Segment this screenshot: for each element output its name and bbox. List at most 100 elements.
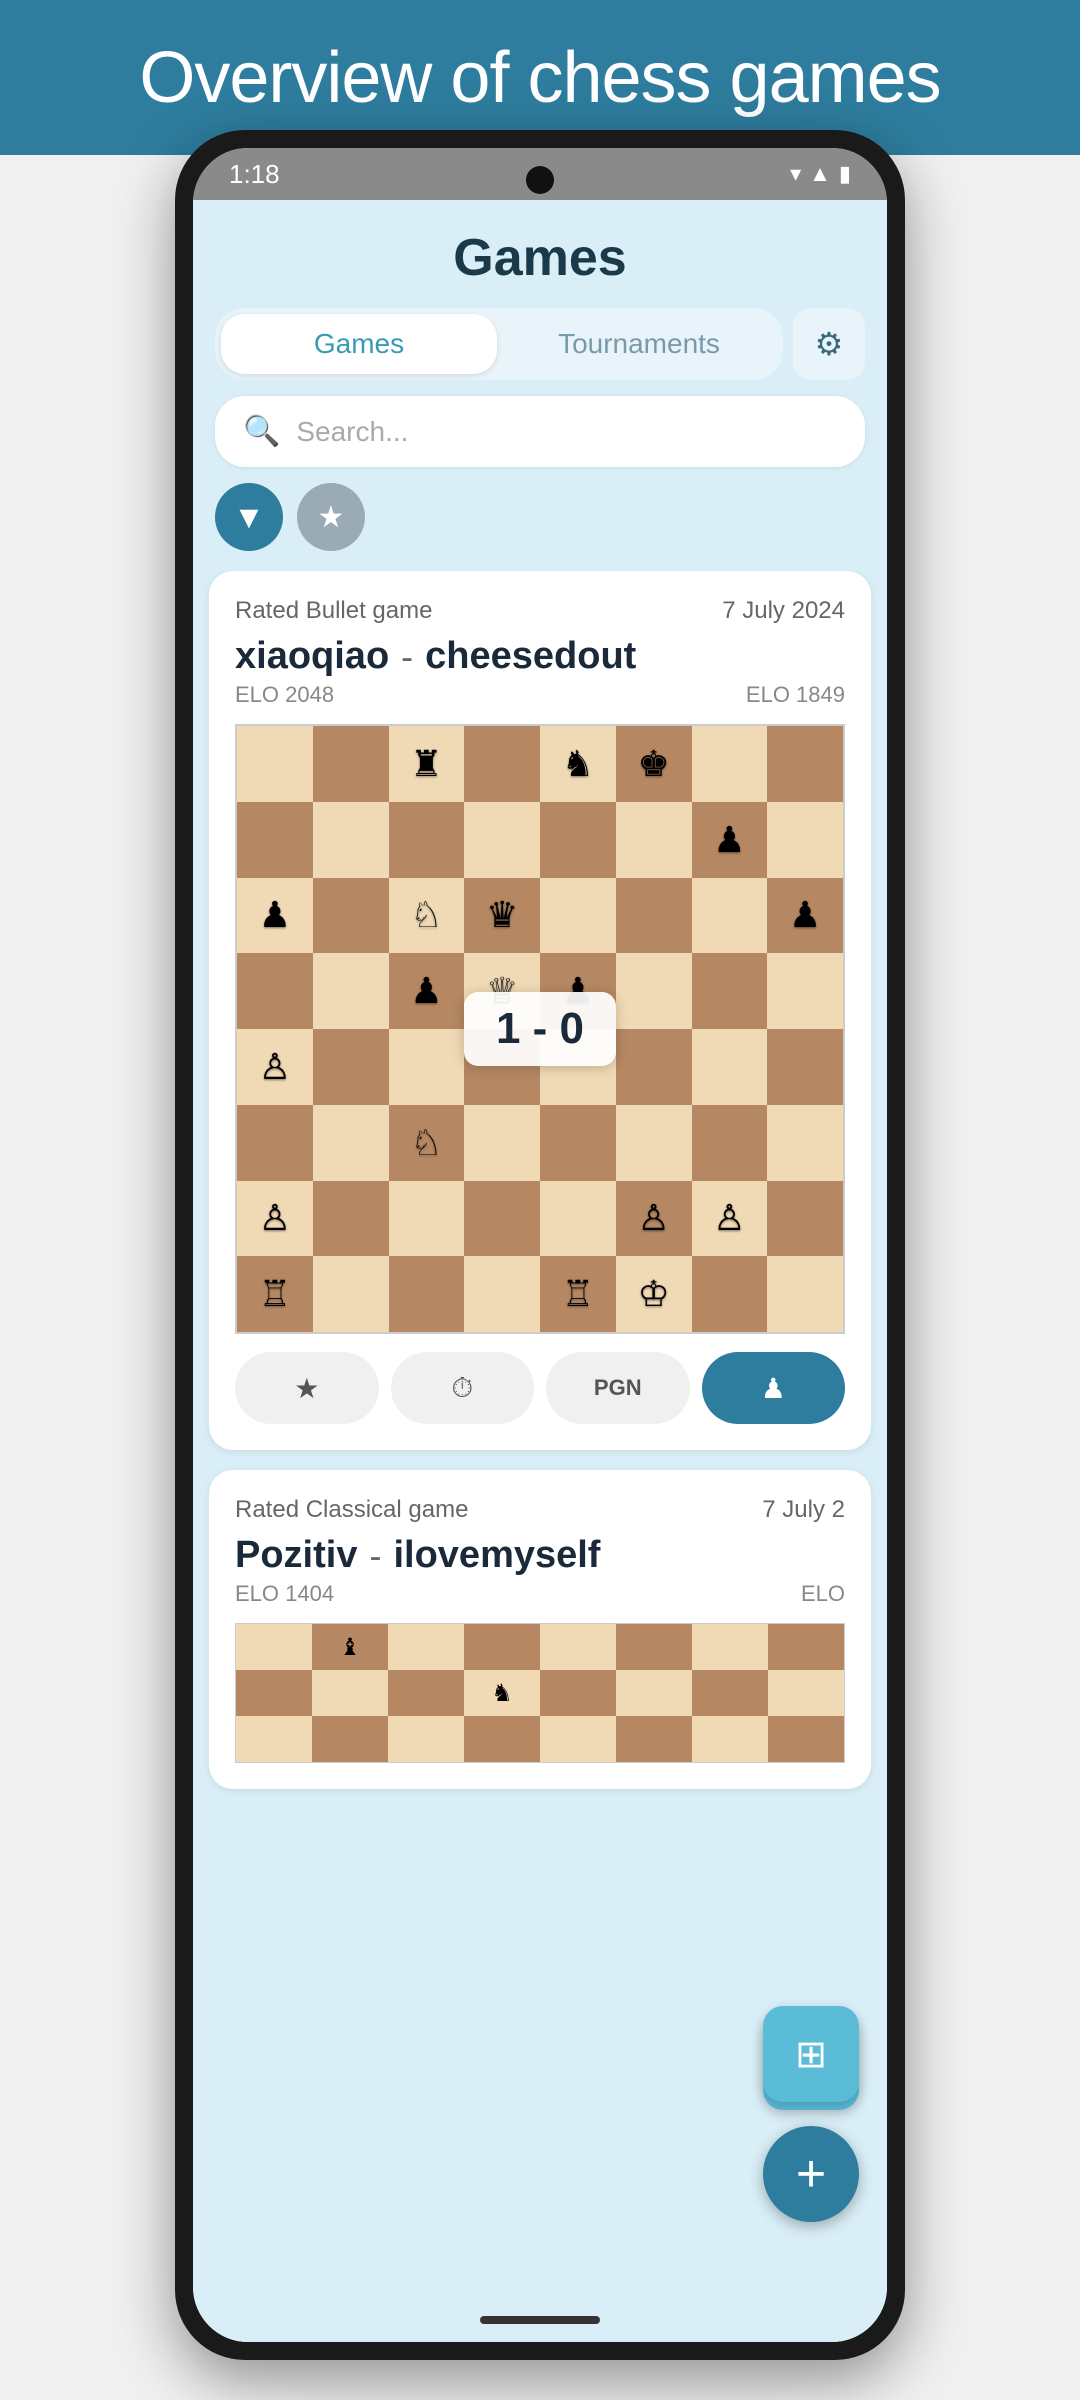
- camera-notch: [526, 166, 554, 194]
- mini-chess-cell: [768, 1716, 844, 1762]
- dash-2: -: [369, 1535, 381, 1577]
- mini-chess-cell: [616, 1716, 692, 1762]
- mini-chess-cell: [236, 1670, 312, 1716]
- dash-1: -: [401, 636, 413, 678]
- mini-chess-cell: [312, 1716, 388, 1762]
- chess-cell: [616, 953, 692, 1029]
- game-type-1: Rated Bullet game: [235, 597, 432, 625]
- chess-cell: [767, 953, 843, 1029]
- wifi-icon: ▾: [790, 161, 801, 187]
- chess-cell: [767, 1256, 843, 1332]
- chess-cell: [313, 1181, 389, 1257]
- mini-chess-cell: [388, 1624, 464, 1670]
- phone-screen: 1:18 ▾ ▲ ▮ Games Games Tournaments ⚙: [193, 148, 887, 2342]
- chess-cell: [313, 1105, 389, 1181]
- mini-chess-cell: [312, 1670, 388, 1716]
- chess-cell: [692, 1105, 768, 1181]
- player2-elo-2: ELO: [801, 1581, 845, 1607]
- chess-cell: ♟: [389, 953, 465, 1029]
- tab-bar: Games Tournaments ⚙: [215, 308, 865, 380]
- player1-name-2: Pozitiv: [235, 1534, 357, 1577]
- chess-cell: ♖: [540, 1256, 616, 1332]
- chess-cell: [313, 878, 389, 954]
- search-bar[interactable]: 🔍 Search...: [215, 396, 865, 467]
- chess-cell: [389, 802, 465, 878]
- clock-icon-1: ⏱: [451, 1372, 473, 1405]
- mini-chess-cell: [388, 1670, 464, 1716]
- chess-cell: [313, 1256, 389, 1332]
- chess-cell: [389, 1181, 465, 1257]
- chess-cell: [313, 802, 389, 878]
- tabs-container: Games Tournaments: [215, 308, 783, 380]
- search-input[interactable]: Search...: [296, 416, 408, 448]
- favorites-filter-button[interactable]: ★: [297, 483, 365, 551]
- clock-button-1[interactable]: ⏱: [391, 1352, 535, 1424]
- mini-chess-cell: [236, 1624, 312, 1670]
- chess-cell: ♘: [389, 878, 465, 954]
- chess-cell: [313, 1029, 389, 1105]
- elo-row-2: ELO 1404 ELO: [235, 1581, 845, 1607]
- app-title: Games: [193, 228, 887, 288]
- chess-cell: [540, 878, 616, 954]
- chess-cell: ♟: [237, 878, 313, 954]
- fab-plus-icon: +: [796, 2144, 826, 2204]
- fab-add-button[interactable]: +: [763, 2126, 859, 2222]
- chess-cell: ♙: [237, 1181, 313, 1257]
- chess-cell: [767, 1105, 843, 1181]
- chess-cell: [464, 726, 540, 802]
- players-row-2: Pozitiv - ilovemyself: [235, 1534, 845, 1577]
- home-indicator: [480, 2316, 600, 2324]
- chess-cell: [237, 953, 313, 1029]
- chess-cell: [464, 1181, 540, 1257]
- card-header-1: Rated Bullet game 7 July 2024: [235, 597, 845, 625]
- chess-cell: [767, 802, 843, 878]
- chess-cell: [692, 1029, 768, 1105]
- chess-cell: ♙: [616, 1181, 692, 1257]
- chess-cell: ♞: [540, 726, 616, 802]
- chess-cell: ♙: [692, 1181, 768, 1257]
- players-row-1: xiaoqiao - cheesedout: [235, 635, 845, 678]
- board-icon-1: ♟: [761, 1372, 786, 1405]
- pgn-icon-1: PGN: [594, 1375, 642, 1401]
- board-view-button-1[interactable]: ♟: [702, 1352, 846, 1424]
- signal-icon: ▲: [809, 161, 831, 187]
- chess-board-1: ♜♞♚♟♟♘♛♟♟♕1 - 0♟♙♘♙♙♙♖♖♔: [235, 724, 845, 1334]
- mini-chess-cell: [464, 1716, 540, 1762]
- chess-cell: ♖: [237, 1256, 313, 1332]
- player2-name-2: ilovemyself: [393, 1534, 600, 1577]
- tab-tournaments[interactable]: Tournaments: [501, 314, 777, 374]
- chess-cell: [540, 1105, 616, 1181]
- battery-icon: ▮: [839, 161, 851, 187]
- settings-button[interactable]: ⚙: [793, 308, 865, 380]
- favorite-icon-1: ★: [294, 1372, 319, 1405]
- filter-icon: ▼: [233, 499, 265, 536]
- fab-grid-icon: ⊞: [795, 2032, 827, 2077]
- banner-title: Overview of chess games: [139, 37, 940, 119]
- tab-games[interactable]: Games: [221, 314, 497, 374]
- chess-cell: [692, 1256, 768, 1332]
- game-card-2: Rated Classical game 7 July 2 Pozitiv - …: [209, 1470, 871, 1789]
- mini-chess-cell: [540, 1716, 616, 1762]
- filter-button[interactable]: ▼: [215, 483, 283, 551]
- game-date-2: 7 July 2: [762, 1496, 845, 1524]
- mini-chess-cell: [692, 1670, 768, 1716]
- mini-chess-cell: ♞: [464, 1670, 540, 1716]
- fab-grid-button[interactable]: ⊞: [763, 2006, 859, 2102]
- chess-cell: [616, 802, 692, 878]
- mini-chess-cell: [236, 1716, 312, 1762]
- chess-cell: [389, 1029, 465, 1105]
- chess-cell: [464, 1105, 540, 1181]
- chess-cell: [767, 726, 843, 802]
- pgn-button-1[interactable]: PGN: [546, 1352, 690, 1424]
- player2-name: cheesedout: [425, 635, 636, 678]
- mini-chess-cell: [768, 1624, 844, 1670]
- filter-row: ▼ ★: [215, 483, 865, 551]
- mini-chess-cell: [540, 1624, 616, 1670]
- chess-cell: [389, 1256, 465, 1332]
- chess-cell: [237, 726, 313, 802]
- favorite-button-1[interactable]: ★: [235, 1352, 379, 1424]
- chess-cell: [540, 802, 616, 878]
- game-type-2: Rated Classical game: [235, 1496, 468, 1524]
- player1-elo-2: ELO 1404: [235, 1581, 334, 1607]
- chess-cell: ♚: [616, 726, 692, 802]
